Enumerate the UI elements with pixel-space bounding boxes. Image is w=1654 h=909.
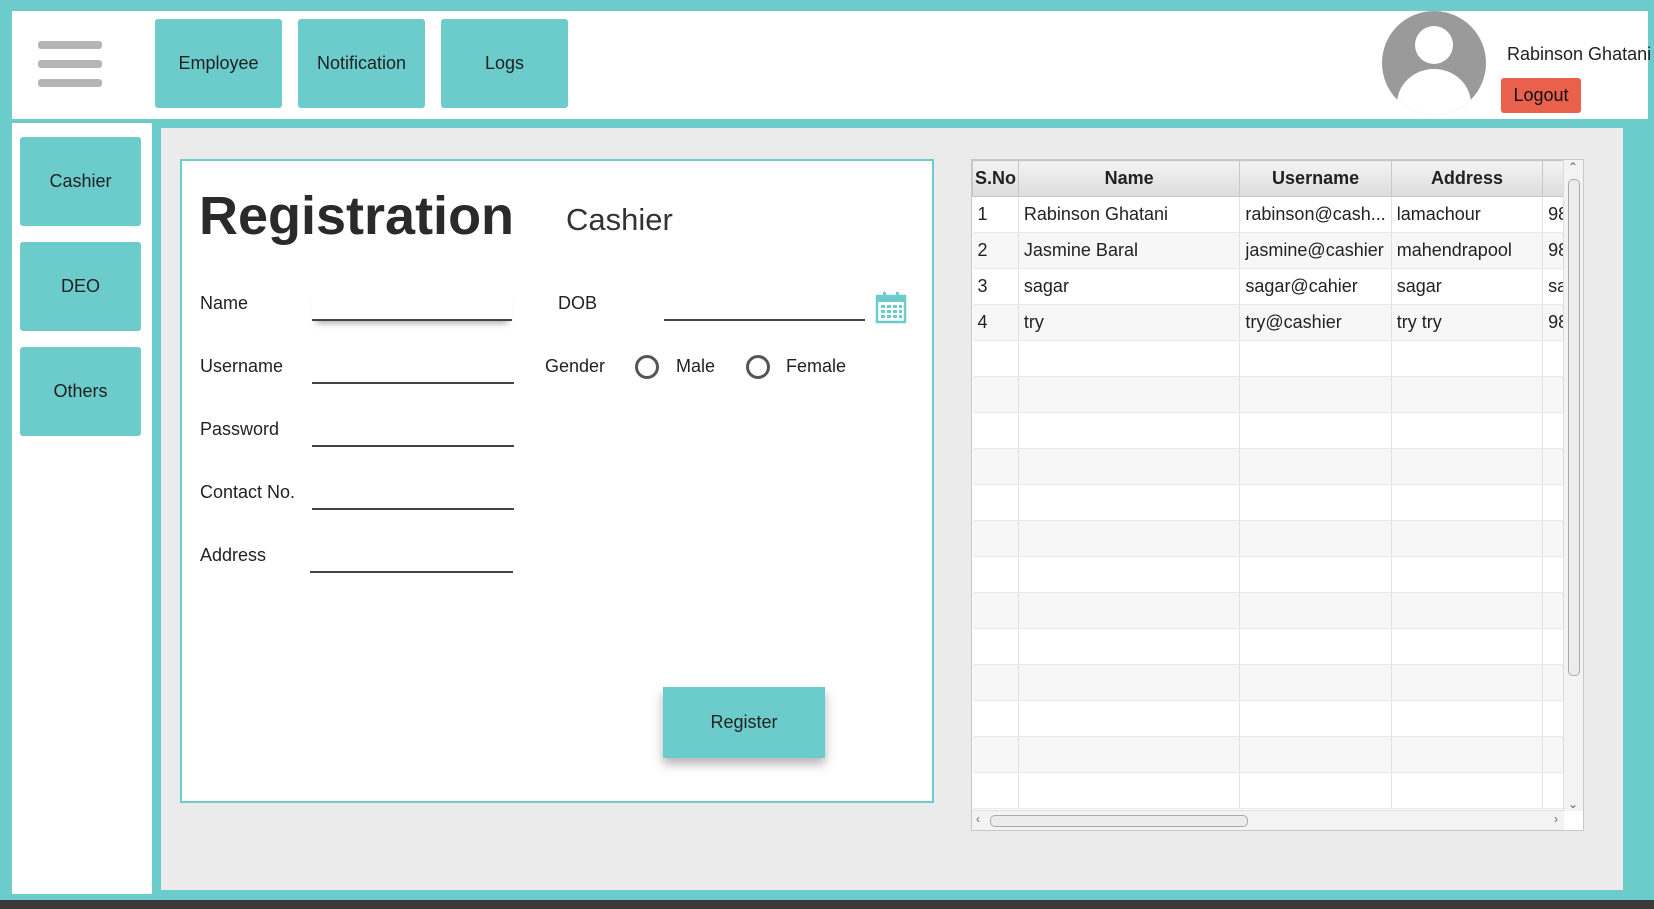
register-button[interactable]: Register [663,687,825,758]
registration-form: Registration Cashier Name DOB Username G… [180,159,934,803]
avatar-icon[interactable] [1382,11,1486,115]
app-window: Employee Notification Logs Rabinson Ghat… [0,0,1654,900]
column-header-sno[interactable]: S.No [972,160,1019,197]
table-row-empty [972,664,1583,701]
table-header: S.No Name Username Address [972,160,1583,197]
table-row-empty [972,628,1583,665]
employee-table: S.No Name Username Address 1 Rabinson Gh… [971,159,1584,831]
username-field[interactable] [312,354,514,384]
cell-name: Jasmine Baral [1018,232,1241,269]
name-field[interactable] [312,291,512,321]
cell-sno: 3 [972,268,1019,305]
gender-male-label: Male [676,356,716,376]
scroll-up-icon[interactable]: ⌃ [1568,160,1578,174]
logout-button[interactable]: Logout [1501,78,1581,113]
cell-address: sagar [1391,268,1544,305]
nav-logs-button[interactable]: Logs [441,19,568,108]
calendar-icon[interactable] [875,292,907,324]
table-row-empty [972,484,1583,521]
table-row[interactable]: 2 Jasmine Baral jasmine@cashier mahendra… [972,232,1583,269]
user-name: Rabinson Ghatani [1507,44,1652,64]
contact-label: Contact No. [200,482,296,502]
cell-address: lamachour [1391,196,1544,233]
table-row-empty [972,700,1583,737]
nav-employee-button[interactable]: Employee [155,19,282,108]
cell-username: sagar@cahier [1239,268,1392,305]
scroll-right-icon[interactable]: › [1554,812,1558,826]
dob-field[interactable] [664,291,865,321]
cell-name: try [1018,304,1241,341]
cell-username: rabinson@cash... [1239,196,1392,233]
data-table: S.No Name Username Address 1 Rabinson Gh… [972,160,1583,809]
column-header-address[interactable]: Address [1390,160,1544,197]
cell-sno: 4 [972,304,1019,341]
sidebar-item-others[interactable]: Others [20,347,141,436]
page-title: Registration [199,186,515,246]
gender-female-radio[interactable] [746,355,770,379]
table-row-empty [972,340,1583,377]
nav-notification-button[interactable]: Notification [298,19,425,108]
scroll-down-icon[interactable]: ⌄ [1568,797,1578,811]
sidebar: Cashier DEO Others [12,123,152,894]
cell-username: try@cashier [1239,304,1392,341]
table-row-empty [972,448,1583,485]
address-field[interactable] [310,543,513,573]
contact-field[interactable] [312,480,514,510]
menu-icon[interactable] [38,41,102,87]
scroll-left-icon[interactable]: ‹ [976,812,980,826]
table-row-empty [972,772,1583,809]
table-row[interactable]: 3 sagar sagar@cahier sagar sa [972,268,1583,305]
password-field[interactable] [312,417,514,447]
vertical-scrollbar[interactable]: ⌃ ⌄ [1563,160,1583,811]
table-row-empty [972,556,1583,593]
table-row[interactable]: 4 try try@cashier try try 98 [972,304,1583,341]
password-label: Password [200,419,280,439]
table-row-empty [972,376,1583,413]
cell-sno: 2 [972,232,1019,269]
column-header-name[interactable]: Name [1017,160,1241,197]
address-label: Address [200,545,267,565]
table-row-empty [972,412,1583,449]
table-row-empty [972,736,1583,773]
horizontal-scroll-thumb[interactable] [990,815,1248,827]
cell-address: try try [1391,304,1544,341]
top-bar: Employee Notification Logs Rabinson Ghat… [12,11,1652,119]
name-label: Name [200,293,249,313]
table-row[interactable]: 1 Rabinson Ghatani rabinson@cash... lama… [972,196,1583,233]
form-subtitle: Cashier [566,202,673,237]
cell-name: Rabinson Ghatani [1018,196,1241,233]
horizontal-scrollbar[interactable]: ‹ › [972,810,1564,830]
gender-female-label: Female [786,356,847,376]
cell-name: sagar [1018,268,1241,305]
cell-username: jasmine@cashier [1239,232,1392,269]
main-content: Registration Cashier Name DOB Username G… [161,128,1623,890]
vertical-scroll-thumb[interactable] [1568,179,1580,676]
table-row-empty [972,592,1583,629]
sidebar-item-cashier[interactable]: Cashier [20,137,141,226]
column-header-username[interactable]: Username [1239,160,1392,197]
dob-label: DOB [558,293,598,313]
gender-label: Gender [545,356,606,376]
sidebar-item-deo[interactable]: DEO [20,242,141,331]
username-label: Username [200,356,284,376]
gender-male-radio[interactable] [635,355,659,379]
cell-sno: 1 [972,196,1019,233]
cell-address: mahendrapool [1391,232,1544,269]
table-row-empty [972,520,1583,557]
